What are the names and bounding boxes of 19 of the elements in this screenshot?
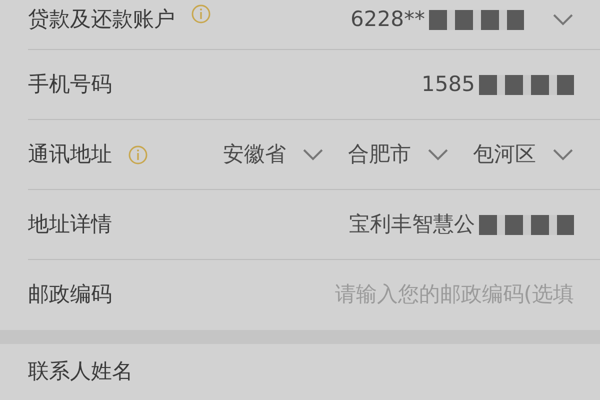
info-icon[interactable] bbox=[191, 4, 211, 24]
region-dropdown[interactable]: 合肥市 bbox=[348, 138, 449, 170]
field-label: 手机号码 bbox=[28, 70, 112, 98]
field-value: 1585 bbox=[422, 70, 475, 98]
field-value: 6228** bbox=[350, 6, 425, 33]
info-icon[interactable] bbox=[128, 144, 148, 164]
field-label: 地址详情 bbox=[28, 210, 112, 238]
chevron-down-icon bbox=[302, 148, 324, 162]
chevron-down-icon bbox=[552, 148, 574, 162]
region-dropdown[interactable]: 包河区 bbox=[473, 138, 574, 170]
field-value: 宝利丰智慧公 bbox=[349, 210, 475, 238]
field-label: 联系人姓名 bbox=[28, 358, 133, 386]
field-label: 通讯地址 bbox=[28, 140, 112, 168]
region-dropdown[interactable]: 安徽省 bbox=[223, 138, 324, 170]
chevron-down-icon bbox=[427, 148, 449, 162]
field-label: 贷款及还款账户 bbox=[28, 6, 175, 33]
postal-code-field[interactable]: 请输入您的邮政编码(选填 bbox=[294, 279, 574, 311]
field-label: 邮政编码 bbox=[28, 281, 112, 308]
chevron-down-icon[interactable] bbox=[552, 12, 574, 27]
